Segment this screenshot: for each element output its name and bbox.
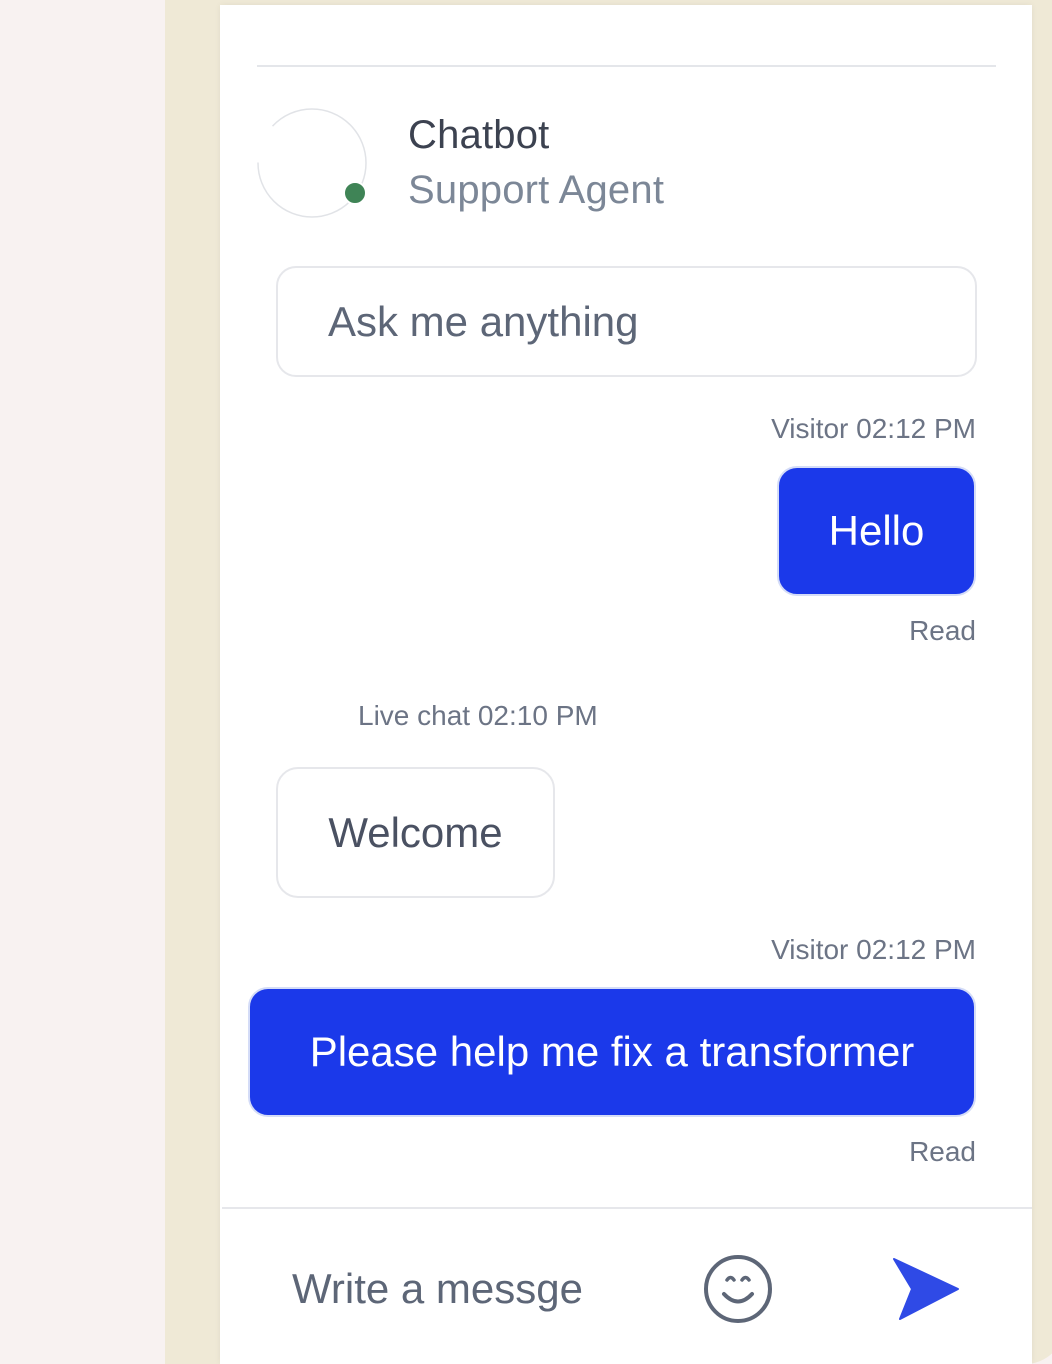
- visitor-message-bubble: Please help me fix a transformer: [248, 987, 976, 1117]
- message-meta: Live chat 02:10 PM: [358, 700, 598, 731]
- message-input[interactable]: [292, 1249, 672, 1329]
- header-divider: [257, 65, 996, 67]
- message-composer: [222, 1207, 1032, 1364]
- chat-widget: Chatbot Support Agent Ask me anything Vi…: [220, 5, 1032, 1364]
- message-meta: Visitor 02:12 PM: [771, 934, 976, 965]
- agent-name: Chatbot: [408, 113, 550, 157]
- intro-message: Ask me anything: [276, 266, 977, 377]
- smiley-face-icon[interactable]: [702, 1253, 774, 1325]
- agent-message-bubble: Welcome: [276, 767, 555, 898]
- read-receipt: Read: [909, 615, 976, 646]
- online-status-dot: [343, 181, 367, 205]
- read-receipt: Read: [909, 1136, 976, 1167]
- visitor-message-bubble: Hello: [777, 466, 976, 596]
- message-meta: Visitor 02:12 PM: [771, 413, 976, 444]
- send-arrow-icon[interactable]: [890, 1253, 962, 1325]
- agent-role: Support Agent: [408, 168, 665, 212]
